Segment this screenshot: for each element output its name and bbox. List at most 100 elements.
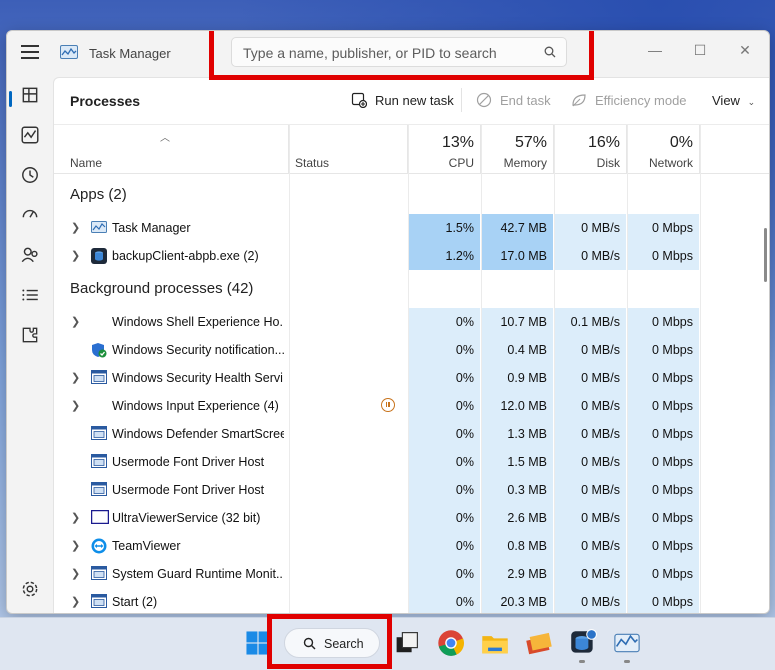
process-row[interactable]: Usermode Font Driver Host 0% 0.3 MB 0 MB/s 0… [54,476,769,504]
column-divider [481,125,482,613]
sort-caret-icon: ︿ [160,133,170,144]
performance-nav-icon[interactable] [20,125,40,145]
network-cell: 0 Mbps [627,242,699,270]
users-nav-icon[interactable] [20,245,40,265]
process-row[interactable]: ❯ backupClient-abpb.exe (2) 1.2% 17.0 MB 0 M… [54,242,769,270]
taskbar-search-button[interactable]: Search [284,628,380,658]
memory-cell: 0.4 MB [481,336,553,364]
toolbar: Processes Run new task End task Efficien… [54,78,769,125]
hamburger-menu-icon[interactable] [21,45,39,59]
leaf-icon [572,94,586,107]
task-manager-window: Task Manager — ☐ ✕ Processes Run new tas… [6,30,770,614]
disk-cell: 0 MB/s [554,532,626,560]
network-cell: 0 Mbps [627,532,699,560]
photos-app-icon[interactable] [524,628,554,658]
empty-cell [627,182,699,210]
status-column-header[interactable]: Status [289,125,408,173]
process-row[interactable]: ❯ TeamViewer 0% 0.8 MB 0 MB/s 0 Mbps [54,532,769,560]
process-name: System Guard Runtime Monit... [112,567,284,581]
process-name: Start (2) [112,595,158,609]
app-history-nav-icon[interactable] [20,165,40,185]
cpu-cell: 0% [408,560,480,588]
process-row[interactable]: ❯ System Guard Runtime Monit... 0% 2.9 MB 0 … [54,560,769,588]
disk-column-header[interactable]: 16% Disk [554,125,627,173]
expand-chevron-icon[interactable]: ❯ [71,567,80,580]
start-windows-icon[interactable] [243,628,273,658]
process-row[interactable]: Windows Defender SmartScreen 0% 1.3 MB 0 MB… [54,420,769,448]
network-column-header[interactable]: 0% Network [627,125,700,173]
expand-chevron-icon[interactable]: ❯ [71,249,80,262]
process-row[interactable]: ❯ UltraViewerService (32 bit) 0% 2.6 MB 0 MB… [54,504,769,532]
expand-chevron-icon[interactable]: ❯ [71,399,80,412]
network-total-pct: 0% [669,134,693,151]
process-row[interactable]: Usermode Font Driver Host 0% 1.5 MB 0 MB/s 0… [54,448,769,476]
column-divider [700,125,701,613]
expand-chevron-icon[interactable]: ❯ [71,539,80,552]
services-nav-icon[interactable] [20,325,40,345]
expand-chevron-icon[interactable]: ❯ [71,221,80,234]
settings-gear-icon[interactable] [20,579,40,599]
processes-nav-icon[interactable] [20,85,40,105]
search-box[interactable] [231,37,567,67]
disk-cell: 0 MB/s [554,504,626,532]
cpu-cell: 0% [408,392,480,420]
cpu-column-header[interactable]: 13% CPU [408,125,481,173]
cpu-cell: 0% [408,532,480,560]
memory-cell: 2.9 MB [481,560,553,588]
expand-chevron-icon[interactable]: ❯ [71,371,80,384]
cpu-cell: 0% [408,504,480,532]
process-row[interactable]: ❯ Windows Shell Experience Ho... 0% 10.7 MB… [54,308,769,336]
maximize-button[interactable]: ☐ [689,39,711,61]
name-column-header[interactable]: ︿ Name [54,125,289,173]
network-cell: 0 Mbps [627,588,699,613]
app-window-icon [91,426,107,442]
app-window-icon [91,454,107,470]
toolbar-separator [461,88,462,112]
search-icon [544,46,556,58]
run-new-task-button[interactable]: Run new task [351,92,454,108]
minimize-button[interactable]: — [644,39,666,61]
process-row[interactable]: Windows Security notification... 0% 0.4 MB… [54,336,769,364]
backup-client-taskbar-icon[interactable] [568,628,598,658]
expand-chevron-icon[interactable]: ❯ [71,315,80,328]
view-label: View [712,93,740,108]
process-row[interactable]: ❯ Windows Input Experience (4) 0% 12.0 MB 0 … [54,392,769,420]
view-dropdown[interactable]: View ⌄ [712,93,755,108]
empty-cell [554,276,626,304]
expand-chevron-icon[interactable]: ❯ [71,511,80,524]
network-cell: 0 Mbps [627,336,699,364]
startup-apps-nav-icon[interactable] [20,205,40,225]
network-header-label: Network [648,156,693,170]
close-button[interactable]: ✕ [734,39,756,61]
cpu-cell: 1.5% [408,214,480,242]
scrollbar-thumb[interactable] [764,228,767,282]
process-name: Windows Security Health Servi... [112,371,284,385]
memory-cell: 20.3 MB [481,588,553,613]
search-input[interactable] [241,44,535,62]
chrome-icon[interactable] [436,628,466,658]
end-task-button[interactable]: End task [476,92,551,108]
memory-total-pct: 57% [514,134,547,151]
cpu-total-pct: 13% [441,134,474,151]
app-window-icon [91,370,107,386]
disk-cell: 0 MB/s [554,392,626,420]
disk-total-pct: 16% [587,134,620,151]
process-row[interactable]: ❯ Windows Security Health Servi... 0% 0.9 M… [54,364,769,392]
network-cell: 0 Mbps [627,476,699,504]
process-row[interactable]: ❯ Task Manager 1.5% 42.7 MB 0 MB/s 0 Mbps [54,214,769,242]
process-name: Task Manager [112,221,191,235]
task-manager-app-icon [60,45,78,59]
app-window-icon [91,566,107,582]
file-explorer-icon[interactable] [480,628,510,658]
cpu-cell: 0% [408,588,480,613]
disk-cell: 0 MB/s [554,588,626,613]
memory-column-header[interactable]: 57% Memory [481,125,554,173]
app-window-icon [91,594,107,610]
empty-cell [627,276,699,304]
efficiency-mode-button[interactable]: Efficiency mode [571,93,687,108]
task-manager-taskbar-icon[interactable] [612,628,642,658]
details-nav-icon[interactable] [20,285,40,305]
expand-chevron-icon[interactable]: ❯ [71,595,80,608]
process-row[interactable]: ❯ Start (2) 0% 20.3 MB 0 MB/s 0 Mbps [54,588,769,613]
task-view-icon[interactable] [392,628,422,658]
